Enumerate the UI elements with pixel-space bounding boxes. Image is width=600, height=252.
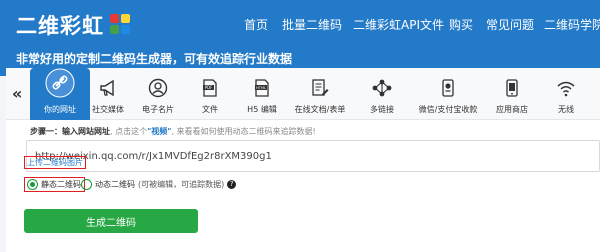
static-qr-radio[interactable]: 静态二维码 [24, 177, 85, 192]
tab-payment[interactable]: 微信/支付宝收款 [418, 68, 478, 120]
tab-vcard[interactable]: 电子名片 [128, 68, 188, 120]
svg-text:HTML: HTML [256, 86, 266, 90]
tab-label: 在线文档/表单 [294, 105, 346, 114]
help-icon[interactable]: ? [227, 180, 237, 189]
generate-qr-button[interactable]: 生成二维码 [24, 209, 198, 233]
main-nav: 首页 批量二维码 二维彩虹API文件 购买 常见问题 二维码学院 [0, 16, 600, 34]
tab-label: 文件 [202, 105, 218, 114]
step-instructions: 步骤一：输入网站网址, 点击这个"视频", 来看看如何使用动态二维码来追踪数据! [30, 126, 316, 137]
wifi-icon [557, 81, 575, 97]
nav-batch[interactable]: 批量二维码 [282, 16, 342, 33]
pdf-file-icon: PDF [203, 79, 217, 97]
tab-appstore[interactable]: 应用商店 [482, 68, 542, 120]
nav-home[interactable]: 首页 [244, 16, 268, 33]
tab-h5[interactable]: HTML H5 编辑 [232, 68, 292, 120]
url-input[interactable] [27, 141, 599, 171]
step-hint: , 点击这个 [110, 127, 148, 136]
nav-buy[interactable]: 购买 [449, 16, 473, 33]
app-store-icon [506, 79, 518, 97]
tab-wifi[interactable]: 无线 [536, 68, 596, 120]
contact-card-icon [148, 78, 168, 98]
tab-file[interactable]: PDF 文件 [180, 68, 240, 120]
header-bar: 二维彩虹 首页 批量二维码 二维彩虹API文件 购买 常见问题 二维码学院 非常… [0, 0, 600, 76]
step-label: 步骤一：输入网站网址 [30, 127, 110, 136]
tab-label: H5 编辑 [247, 105, 277, 114]
html-file-icon: HTML [255, 79, 269, 97]
step-hint-tail: , 来看看如何使用动态二维码来追踪数据! [171, 127, 316, 136]
qr-type-selector: 静态二维码 动态二维码 (可被编辑，可追踪数据) ? [24, 177, 424, 195]
nav-academy[interactable]: 二维码学院 [544, 16, 600, 33]
tab-label: 微信/支付宝收款 [418, 105, 478, 114]
nav-faq[interactable]: 常见问题 [486, 16, 534, 33]
dynamic-qr-hint: (可被编辑，可追踪数据) [138, 180, 225, 189]
radio-unchecked-icon [81, 179, 92, 190]
tab-label: 电子名片 [142, 105, 174, 114]
wallet-icon [442, 79, 454, 97]
video-link[interactable]: "视频" [147, 127, 171, 136]
tab-label: 无线 [558, 105, 574, 114]
radio-checked-icon [27, 179, 38, 190]
tab-label: 多链接 [370, 105, 394, 114]
tab-multilink[interactable]: 多链接 [352, 68, 412, 120]
scroll-left-icon[interactable]: « [12, 84, 22, 103]
megaphone-icon [100, 79, 114, 97]
static-qr-label: 静态二维码 [41, 180, 81, 189]
tab-label: 应用商店 [496, 105, 528, 114]
tab-docs[interactable]: 在线文档/表单 [290, 68, 350, 120]
multi-link-icon [372, 79, 392, 97]
svg-text:PDF: PDF [205, 85, 213, 90]
nav-api[interactable]: 二维彩虹API文件 [353, 16, 444, 33]
dynamic-qr-radio[interactable]: 动态二维码 (可被编辑，可追踪数据) ? [81, 179, 237, 190]
document-edit-icon [312, 79, 329, 96]
tagline: 非常好用的定制二维码生成器，可有效追踪行业数据 [16, 52, 293, 66]
tab-row: « 你的网址 社交媒体 电子名片 PDF 文件 HTML H5 编辑 在线文档/… [6, 68, 600, 120]
url-field[interactable] [26, 140, 600, 172]
link-icon [45, 68, 75, 98]
upload-qr-image-link[interactable]: 上传二维码图片 [24, 156, 86, 169]
dynamic-qr-label: 动态二维码 [95, 180, 135, 189]
